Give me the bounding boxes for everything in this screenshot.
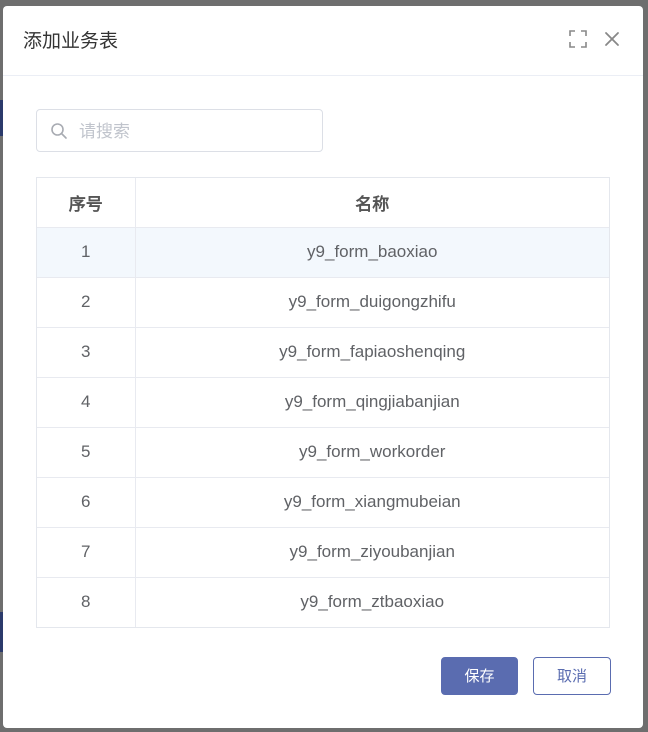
table-row[interactable]: 8 y9_form_ztbaoxiao	[37, 577, 609, 627]
table-row[interactable]: 3 y9_form_fapiaoshenqing	[37, 327, 609, 378]
row-name: y9_form_baoxiao	[135, 227, 609, 278]
table-row[interactable]: 1 y9_form_baoxiao	[37, 227, 609, 278]
row-name: y9_form_qingjiabanjian	[135, 377, 609, 428]
row-name: y9_form_duigongzhifu	[135, 277, 609, 328]
table-row[interactable]: 5 y9_form_workorder	[37, 427, 609, 478]
row-name: y9_form_ztbaoxiao	[300, 592, 445, 612]
table-header-row: 序号 名称	[37, 178, 609, 228]
search-input[interactable]	[77, 111, 321, 152]
table-row[interactable]: 2 y9_form_duigongzhifu	[37, 277, 609, 328]
close-icon[interactable]	[601, 28, 623, 50]
fullscreen-icon[interactable]	[567, 28, 589, 50]
row-name: y9_form_workorder	[135, 427, 609, 478]
business-table: 序号 名称 1 y9_form_baoxiao 2 y9_form_duigon…	[36, 177, 610, 628]
save-button[interactable]: 保存	[441, 657, 518, 695]
search-icon	[50, 122, 68, 140]
row-name: y9_form_fapiaoshenqing	[135, 327, 609, 378]
row-name: y9_form_ziyoubanjian	[135, 527, 609, 578]
add-business-table-dialog: 添加业务表 请搜索 序号 名称 1 y9_form_baoxiao 2 y9_f…	[3, 6, 643, 728]
dialog-header: 添加业务表	[3, 6, 643, 76]
table-row[interactable]: 4 y9_form_qingjiabanjian	[37, 377, 609, 428]
cancel-button[interactable]: 取消	[533, 657, 611, 695]
row-index: 8	[37, 577, 136, 627]
table-row[interactable]: 6 y9_form_xiangmubeian	[37, 477, 609, 528]
row-index: 5	[37, 427, 136, 478]
row-name: y9_form_xiangmubeian	[135, 477, 609, 528]
table-row[interactable]: 7 y9_form_ziyoubanjian	[37, 527, 609, 578]
dialog-title: 添加业务表	[23, 30, 119, 52]
row-index: 2	[37, 277, 136, 328]
column-header-name: 名称	[135, 178, 609, 228]
row-index: 3	[37, 327, 136, 378]
row-index: 1	[37, 227, 136, 278]
search-field[interactable]	[36, 109, 323, 152]
column-header-index: 序号	[37, 178, 136, 228]
row-index: 6	[37, 477, 136, 528]
row-index: 4	[37, 377, 136, 428]
row-index: 7	[37, 527, 136, 578]
